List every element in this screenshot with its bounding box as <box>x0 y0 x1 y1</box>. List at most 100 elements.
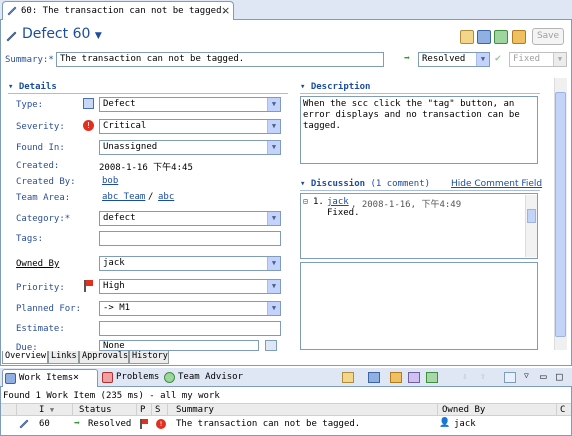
problems-icon <box>102 372 113 383</box>
editor-tab-title: 60: The transaction can not be tagged. <box>21 6 227 16</box>
chevron-down-icon[interactable]: ▼ <box>95 31 102 41</box>
close-icon[interactable]: × <box>221 4 230 17</box>
found-in-label: Found In: <box>16 143 65 153</box>
new-comment-textarea[interactable] <box>300 262 538 350</box>
resolved-arrow-icon: ➡ <box>74 418 81 429</box>
description-textarea[interactable]: When the scc click the "tag" button, an … <box>300 96 538 164</box>
details-divider <box>8 93 288 94</box>
editor-scrollbar-thumb[interactable] <box>555 92 566 337</box>
critical-icon: ! <box>83 120 94 131</box>
column-header-summary[interactable]: Summary <box>168 404 438 416</box>
details-section-header[interactable]: ▾ Details <box>8 82 57 92</box>
type-label: Type: <box>16 100 44 110</box>
comment-author-link[interactable]: jack <box>327 197 349 207</box>
category-select[interactable]: defect ▼ <box>99 211 281 226</box>
planned-for-select[interactable]: -> M1 ▼ <box>99 301 281 316</box>
severity-select[interactable]: Critical ▼ <box>99 119 281 134</box>
priority-select[interactable]: High ▼ <box>99 279 281 294</box>
tab-work-items[interactable]: Work Items × <box>2 369 98 387</box>
tab-links[interactable]: Links <box>48 351 79 364</box>
resolution-select[interactable]: Fixed ▼ <box>509 52 567 67</box>
new-child-icon[interactable] <box>477 30 491 44</box>
move-down-icon[interactable]: ⇩ <box>462 372 474 383</box>
view-menu-icon[interactable]: ▽ <box>524 371 529 380</box>
save-button[interactable]: Save <box>532 28 564 45</box>
link-icon[interactable] <box>512 30 526 44</box>
description-section-header[interactable]: ▾ Description <box>300 82 370 92</box>
team-area-label: Team Area: <box>16 193 71 203</box>
chevron-down-icon: ▼ <box>476 53 489 66</box>
column-header-c[interactable]: C <box>557 404 571 416</box>
state-select[interactable]: Resolved ▼ <box>418 52 490 67</box>
tags-field[interactable] <box>99 231 281 246</box>
collapse-icon[interactable]: ⊟ <box>303 197 308 206</box>
created-value: 2008-1-16 下午4:45 <box>99 163 193 173</box>
priority-value: High <box>103 281 125 291</box>
tab-history[interactable]: History <box>129 351 169 364</box>
team-area-link[interactable]: abc Team <box>102 192 145 202</box>
column-header-priority[interactable]: P <box>137 404 152 416</box>
tab-team-advisor[interactable]: Team Advisor <box>162 369 243 387</box>
severity-value: Critical <box>103 121 147 131</box>
description-divider <box>300 93 540 94</box>
discussion-header-text: Discussion <box>310 179 366 189</box>
tab-overview[interactable]: Overview <box>2 351 48 364</box>
priority-flag-icon <box>84 280 93 292</box>
sort-down-icon: ▼ <box>49 406 55 414</box>
type-select[interactable]: Defect ▼ <box>99 97 281 112</box>
column-header-owned-by[interactable]: Owned By <box>438 404 557 416</box>
move-up-icon[interactable]: ⇧ <box>480 372 492 383</box>
summary-field[interactable]: The transaction can not be tagged. <box>56 52 384 67</box>
owned-by-select[interactable]: jack ▼ <box>99 256 281 271</box>
table-row[interactable]: 60 ➡ Resolved ! The transaction can not … <box>1 417 571 431</box>
work-items-tab-label: Work Items <box>19 373 74 383</box>
owned-by-value: jack <box>103 258 125 268</box>
hide-comment-field-link[interactable]: Hide Comment Field <box>451 179 542 189</box>
minimize-icon[interactable]: ▭ <box>540 370 547 383</box>
owned-by-label[interactable]: Owned By <box>16 259 59 269</box>
query-icon[interactable] <box>342 372 354 383</box>
discussion-section-header[interactable]: ▾ Discussion (1 comment) <box>300 179 430 189</box>
comment-text: Fixed. <box>327 208 360 218</box>
comments-scrollbar[interactable] <box>525 195 537 257</box>
column-header-severity[interactable]: S <box>152 404 168 416</box>
planned-for-label: Planned For: <box>16 304 82 314</box>
tab-problems[interactable]: Problems <box>100 369 160 387</box>
chevron-down-icon: ▼ <box>267 120 280 133</box>
copy-icon[interactable] <box>460 30 474 44</box>
created-label: Created: <box>16 161 60 171</box>
created-by-link[interactable]: bob <box>102 176 118 186</box>
group-icon[interactable] <box>408 372 420 383</box>
calendar-icon[interactable] <box>265 340 277 351</box>
discussion-divider <box>300 190 540 191</box>
found-in-select[interactable]: Unassigned ▼ <box>99 140 281 155</box>
estimate-field[interactable] <box>99 321 281 336</box>
tab-approvals[interactable]: Approvals <box>79 351 129 364</box>
edit-icon[interactable] <box>426 372 438 383</box>
editor-tab[interactable]: 60: The transaction can not be tagged. × <box>2 1 234 20</box>
priority-flag-icon <box>140 419 148 429</box>
filter-icon[interactable] <box>368 372 380 383</box>
category-value: defect <box>103 213 136 223</box>
category-label: Category:* <box>16 214 71 224</box>
type-icon <box>83 98 94 109</box>
close-icon[interactable]: × <box>73 370 79 386</box>
subscribe-icon[interactable] <box>494 30 508 44</box>
chevron-down-icon: ▼ <box>553 53 566 66</box>
column-header-status[interactable]: Status <box>73 404 137 416</box>
priority-label: Priority: <box>16 283 65 293</box>
due-field[interactable]: None <box>99 340 259 351</box>
column-header-icon <box>1 404 17 416</box>
comment-index: 1. <box>313 197 324 207</box>
project-area-link[interactable]: abc <box>158 192 174 202</box>
refresh-icon[interactable] <box>390 372 402 383</box>
chevron-down-icon: ▼ <box>267 280 280 293</box>
chevron-down-icon: ▼ <box>267 212 280 225</box>
new-view-icon[interactable] <box>504 372 516 383</box>
resolution-value: Fixed <box>513 54 541 64</box>
column-header-id[interactable]: I ▼ <box>17 404 73 416</box>
view-tab-strip: Work Items × Problems Team Advisor ⇩ ⇧ ▽… <box>0 368 572 387</box>
maximize-icon[interactable]: □ <box>556 370 563 383</box>
comment-date: , 2008-1-16, 下午4:49 <box>351 200 462 210</box>
planned-for-value: -> M1 <box>103 303 131 313</box>
